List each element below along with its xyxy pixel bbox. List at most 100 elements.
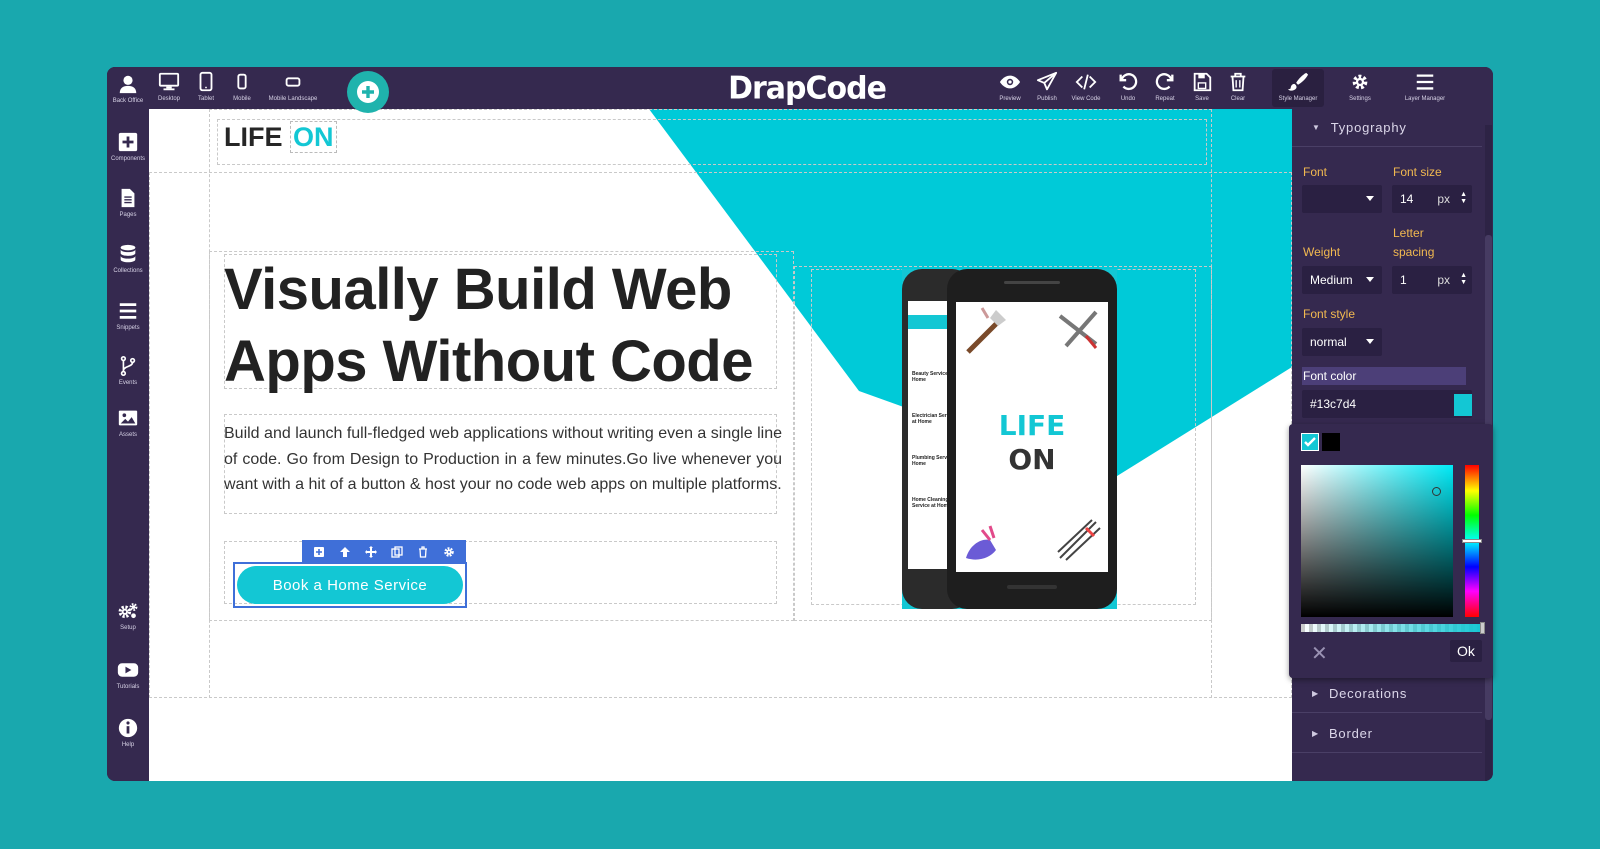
- saturation-area[interactable]: [1301, 465, 1453, 617]
- brand-accent: ON: [290, 121, 337, 153]
- tablet-label: Tablet: [197, 96, 214, 102]
- left-sidebar: Back Office Components Pages Collections…: [107, 67, 149, 781]
- help-label: Help: [121, 742, 135, 748]
- weight-select[interactable]: Medium: [1302, 266, 1382, 294]
- alpha-slider[interactable]: [1301, 624, 1484, 632]
- preview-button[interactable]: Preview: [995, 69, 1025, 107]
- list-icon: [119, 303, 137, 319]
- back-office-button[interactable]: Back Office: [107, 73, 149, 104]
- letter-spacing-unit[interactable]: px: [1437, 273, 1450, 287]
- stepper-icon[interactable]: ▲ ▼: [1460, 272, 1467, 286]
- ok-button[interactable]: Ok: [1450, 640, 1482, 662]
- undo-icon: [1119, 73, 1138, 91]
- settings-cog-icon[interactable]: [443, 546, 455, 558]
- branch-icon: [120, 356, 136, 376]
- add-component-button[interactable]: [347, 71, 389, 113]
- sidebar-item-events[interactable]: Events: [107, 355, 149, 386]
- font-style-value: normal: [1310, 335, 1347, 349]
- design-canvas[interactable]: LIFE ON Visually Build Web Apps Without …: [149, 109, 1292, 781]
- alpha-slider-handle[interactable]: [1480, 622, 1485, 634]
- clear-button[interactable]: Clear: [1226, 69, 1250, 107]
- menu-icon: [1416, 74, 1434, 90]
- font-style-select[interactable]: normal: [1302, 328, 1382, 356]
- letter-spacing-input[interactable]: 1 px ▲ ▼: [1392, 266, 1472, 294]
- tutorials-label: Tutorials: [116, 684, 140, 690]
- publish-label: Publish: [1037, 96, 1057, 102]
- user-icon: [119, 75, 137, 94]
- undo-label: Undo: [1120, 96, 1136, 102]
- font-style-label: Font style: [1303, 307, 1356, 321]
- settings-button[interactable]: Settings: [1344, 69, 1376, 107]
- weight-value: Medium: [1310, 273, 1353, 287]
- mobile-label: Mobile: [233, 96, 251, 102]
- caret-right-icon: ▶: [1312, 689, 1319, 698]
- selected-component-outline: Book a Home Service: [233, 562, 467, 608]
- close-icon[interactable]: ✕: [1311, 644, 1328, 664]
- eye-icon: [999, 75, 1021, 89]
- sidebar-item-snippets[interactable]: Snippets: [107, 300, 149, 331]
- repeat-button[interactable]: Repeat: [1151, 69, 1179, 107]
- style-manager-button[interactable]: Style Manager: [1272, 69, 1324, 107]
- stepper-icon[interactable]: ▲ ▼: [1460, 191, 1467, 205]
- brand-logo[interactable]: LIFE ON: [224, 121, 337, 153]
- publish-button[interactable]: Publish: [1032, 69, 1062, 107]
- decorations-section-header[interactable]: ▶ Decorations: [1292, 675, 1482, 713]
- layer-manager-button[interactable]: Layer Manager: [1399, 69, 1451, 107]
- undo-button[interactable]: Undo: [1115, 69, 1141, 107]
- hero-description[interactable]: Build and launch full-fledged web applic…: [224, 421, 782, 498]
- add-child-icon[interactable]: [313, 546, 325, 558]
- sidebar-item-tutorials[interactable]: Tutorials: [107, 659, 149, 690]
- device-desktop-button[interactable]: Desktop: [155, 69, 183, 107]
- font-select[interactable]: [1302, 185, 1382, 213]
- typography-section-header[interactable]: ▼ Typography: [1292, 109, 1482, 147]
- snippets-label: Snippets: [116, 325, 140, 331]
- brush-icon: [966, 307, 1006, 354]
- paper-plane-icon: [1036, 71, 1058, 91]
- hero-title[interactable]: Visually Build Web Apps Without Code: [224, 254, 764, 398]
- font-label: Font: [1303, 165, 1328, 179]
- current-color-swatch[interactable]: [1301, 433, 1319, 451]
- plus-square-icon: [118, 132, 138, 152]
- speaker: [1004, 281, 1060, 284]
- hue-slider-handle[interactable]: [1462, 539, 1482, 543]
- font-color-label: Font color: [1302, 367, 1466, 385]
- tablet-icon: [199, 71, 213, 92]
- select-parent-icon[interactable]: [339, 546, 351, 558]
- font-size-input[interactable]: 14 px ▲ ▼: [1392, 185, 1472, 213]
- delete-icon[interactable]: [417, 545, 429, 558]
- home-bar: [1007, 585, 1057, 589]
- caret-down-icon: ▼: [1312, 123, 1321, 132]
- sidebar-item-assets[interactable]: Assets: [107, 407, 149, 438]
- collections-label: Collections: [113, 268, 143, 274]
- device-tablet-button[interactable]: Tablet: [193, 69, 219, 107]
- hero-image[interactable]: Beauty Service at Home Electrician Servi…: [902, 269, 1117, 609]
- sidebar-item-collections[interactable]: Collections: [107, 243, 149, 274]
- book-service-button[interactable]: Book a Home Service: [237, 566, 463, 604]
- caret-right-icon: ▶: [1312, 729, 1319, 738]
- move-icon[interactable]: [365, 545, 377, 558]
- sidebar-item-setup[interactable]: Setup: [107, 600, 149, 631]
- sidebar-item-components[interactable]: Components: [107, 131, 149, 162]
- file-icon: [121, 188, 135, 208]
- pages-label: Pages: [119, 212, 137, 218]
- mobile-landscape-label: Mobile Landscape: [268, 96, 318, 102]
- front-phone: LIFE ON: [947, 269, 1117, 609]
- font-color-input[interactable]: #13c7d4: [1302, 390, 1472, 418]
- saturation-handle[interactable]: [1432, 487, 1441, 496]
- sidebar-item-help[interactable]: Help: [107, 717, 149, 748]
- clone-icon[interactable]: [391, 545, 403, 558]
- save-button[interactable]: Save: [1190, 69, 1214, 107]
- database-icon: [120, 244, 136, 263]
- device-mobile-landscape-button[interactable]: Mobile Landscape: [264, 69, 322, 107]
- sidebar-item-pages[interactable]: Pages: [107, 187, 149, 218]
- device-mobile-button[interactable]: Mobile: [229, 69, 255, 107]
- repeat-label: Repeat: [1155, 96, 1175, 102]
- border-section-header[interactable]: ▶ Border: [1292, 715, 1482, 753]
- view-code-button[interactable]: View Code: [1067, 69, 1105, 107]
- tools-icon: [1058, 310, 1098, 349]
- phone-logo-bottom: ON: [1008, 443, 1056, 476]
- color-swatch[interactable]: [1454, 394, 1472, 416]
- black-swatch[interactable]: [1322, 433, 1340, 451]
- wires-icon: [1057, 519, 1101, 561]
- font-size-unit[interactable]: px: [1437, 192, 1450, 206]
